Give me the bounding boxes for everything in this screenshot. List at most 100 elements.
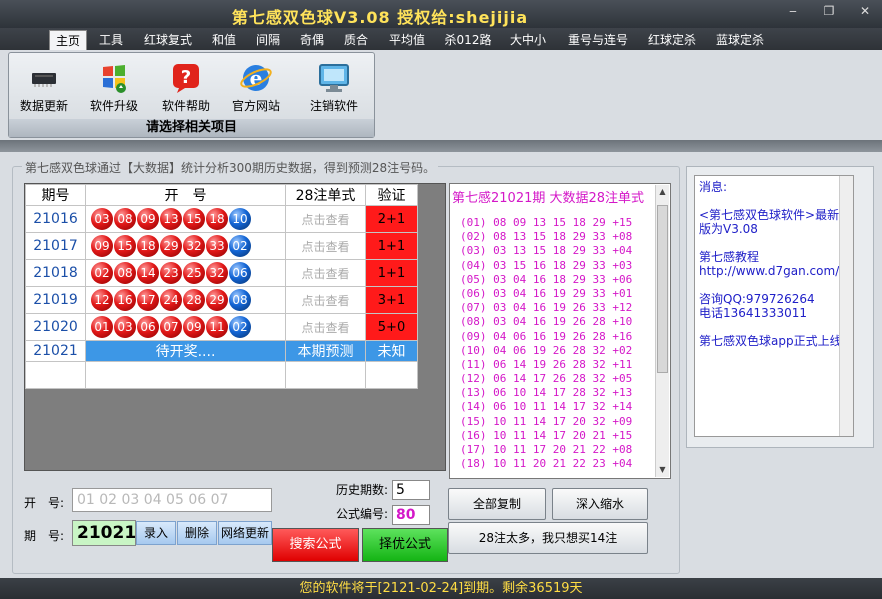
period-input[interactable]: 21021 [72,520,136,546]
tab-odd-even[interactable]: 奇偶 [294,30,330,50]
data-update-button[interactable]: 数据更新 [11,61,77,117]
tab-red-kill[interactable]: 红球定杀 [642,30,702,50]
copy-all-button[interactable]: 全部复制 [448,488,546,520]
blue-ball: 08 [229,289,251,311]
browser-icon: e [239,61,273,95]
message-line: 消息: [699,180,728,194]
list-item: (09) 04 06 16 19 26 28 +16 [460,329,633,343]
tab-repeat-consecutive[interactable]: 重号与连号 [562,30,634,50]
history-table: 期号 开 号 28注单式 验证 21016 03 08 09 13 15 18 10 点击查… [25,184,418,389]
scroll-up-icon[interactable]: ▲ [656,185,669,199]
red-ball: 13 [160,208,182,230]
tab-average[interactable]: 平均值 [382,30,432,50]
draw-cell: 03 08 09 13 15 18 10 [85,205,286,233]
view-link[interactable]: 点击查看 [285,232,366,260]
table-row[interactable]: 21019 12 16 17 24 28 29 08 点击查看 3+1 [25,286,418,314]
red-ball: 32 [183,235,205,257]
scroll-thumb[interactable] [657,205,668,373]
blue-ball: 02 [229,316,251,338]
table-row[interactable]: 21020 01 03 06 07 09 11 02 点击查看 5+0 [25,313,418,341]
close-icon[interactable]: ✕ [856,4,874,18]
predictions-rows: (01) 08 09 13 15 18 29 +15 (02) 08 13 15… [460,216,632,471]
formula-number-input[interactable]: 80 [392,505,430,525]
software-upgrade-label: 软件升级 [89,99,138,113]
red-ball: 18 [206,208,228,230]
separator-band [0,140,882,152]
period-cell: 21019 [25,286,86,314]
table-row[interactable]: 21017 09 15 18 29 32 33 02 点击查看 1+1 [25,232,418,260]
help-icon: ? [169,61,203,95]
numbers-input[interactable]: 01 02 03 04 05 06 07 [72,488,272,512]
red-ball: 01 [91,316,113,338]
deep-shrink-button[interactable]: 深入缩水 [552,488,648,520]
period-cell: 21021 [25,340,86,362]
red-ball: 09 [183,316,205,338]
tab-size[interactable]: 大中小 [505,30,551,50]
tab-home[interactable]: 主页 [49,30,87,50]
scroll-down-icon[interactable]: ▼ [656,463,669,477]
predictions-list[interactable]: 第七感21021期 大数据28注单式 (01) 08 09 13 15 18 2… [449,183,671,479]
software-help-button[interactable]: ? 软件帮助 [153,61,219,117]
draw-cell: 01 03 06 07 09 11 02 [85,313,286,341]
software-upgrade-button[interactable]: 软件升级 [81,61,147,117]
message-line [699,320,849,334]
red-ball: 29 [206,289,228,311]
pending-row[interactable]: 21021 待开奖.... 本期预测 未知 [25,340,418,362]
list-item: (13) 06 10 14 17 28 32 +13 [460,386,633,400]
message-link[interactable]: http://www.d7gan.com/ [699,264,849,278]
tab-blue-kill[interactable]: 蓝球定杀 [710,30,770,50]
tab-sum[interactable]: 和值 [206,30,242,50]
red-ball: 02 [91,262,113,284]
red-ball: 03 [114,316,136,338]
red-ball: 06 [137,316,159,338]
view-link[interactable]: 点击查看 [285,205,366,233]
view-link[interactable]: 点击查看 [285,259,366,287]
delete-button[interactable]: 删除 [177,521,217,545]
red-ball: 33 [206,235,228,257]
red-ball: 09 [137,208,159,230]
tab-kill-012[interactable]: 杀012路 [440,30,496,50]
period-label: 期 号: [24,529,65,543]
predictions-scrollbar[interactable]: ▲ ▼ [655,185,669,477]
official-website-button[interactable]: e 官方网站 [223,61,289,117]
ribbon-panel: 数据更新 软件升级 ? 软件帮助 e 官方网站 注销软件 请选择相关项目 [8,52,375,138]
optimize-formula-button[interactable]: 择优公式 [362,528,448,562]
verify-cell: 3+1 [365,286,418,314]
data-update-label: 数据更新 [19,99,68,113]
list-item: (15) 10 11 14 17 20 32 +09 [460,414,633,428]
logout-software-button[interactable]: 注销软件 [301,61,367,117]
record-button[interactable]: 录入 [136,521,176,545]
list-item: (18) 10 11 20 21 22 23 +04 [460,457,633,471]
message-scrollbar[interactable] [839,176,853,436]
buy-14-button[interactable]: 28注太多，我只想买14注 [448,522,648,554]
tab-red-multiple[interactable]: 红球复式 [138,30,198,50]
tab-tools[interactable]: 工具 [92,30,130,50]
view-link[interactable]: 点击查看 [285,286,366,314]
col-draw-numbers: 开 号 [85,184,286,206]
message-line: <第七感双色球软件>最新版为V3.08 [699,208,840,236]
view-link[interactable]: 点击查看 [285,313,366,341]
red-ball: 28 [183,289,205,311]
monitor-icon [317,61,351,95]
table-row[interactable]: 21018 02 08 14 23 25 32 06 点击查看 1+1 [25,259,418,287]
minimize-icon[interactable]: ‒ [784,4,802,18]
col-period: 期号 [25,184,86,206]
red-ball: 03 [91,208,113,230]
tab-prime-composite[interactable]: 质合 [338,30,374,50]
history-count-input[interactable]: 5 [392,480,430,500]
message-line [699,278,849,292]
table-row[interactable]: 21016 03 08 09 13 15 18 10 点击查看 2+1 [25,205,418,233]
message-line [699,236,849,250]
maximize-icon[interactable]: ❐ [820,4,838,18]
forecast-link[interactable]: 本期预测 [285,340,366,362]
message-box: 消息: <第七感双色球软件>最新版为V3.08 第七感教程 http://www… [694,175,854,437]
list-item: (06) 03 04 16 19 29 33 +01 [460,286,633,300]
blue-ball: 02 [229,235,251,257]
red-ball: 29 [160,235,182,257]
tab-interval[interactable]: 间隔 [250,30,286,50]
message-line: 咨询QQ:979726264 [699,292,815,306]
net-update-button[interactable]: 网络更新 [218,521,272,545]
period-cell: 21017 [25,232,86,260]
open-numbers-label: 开 号: [24,496,65,510]
search-formula-button[interactable]: 搜索公式 [272,528,359,562]
